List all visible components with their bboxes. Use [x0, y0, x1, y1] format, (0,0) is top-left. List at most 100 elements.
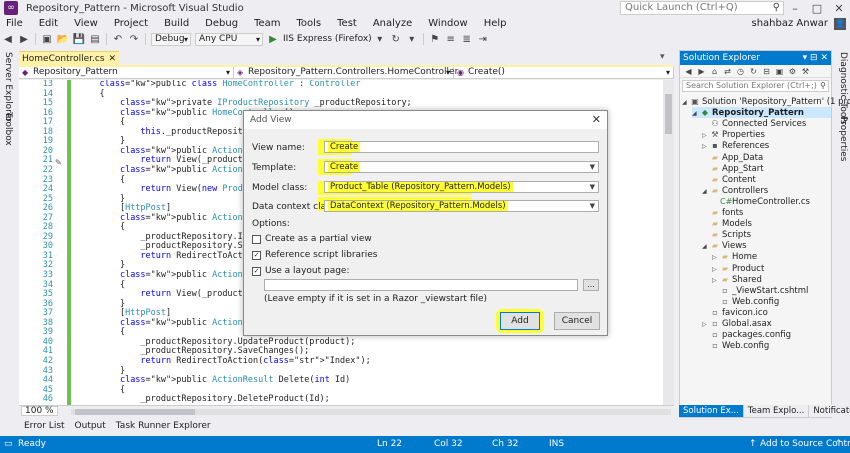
indent-icon[interactable]: ⇥: [475, 34, 491, 45]
tree-item[interactable]: ◢ ◆ Repository_Pattern: [692, 107, 831, 119]
menu-window[interactable]: Window: [420, 18, 475, 29]
open-icon[interactable]: 📂: [55, 34, 71, 45]
user-avatar-icon[interactable]: 👤: [834, 17, 846, 30]
sync-icon[interactable]: ⇄: [721, 67, 734, 76]
forward-icon[interactable]: ▶: [695, 67, 708, 76]
expanded-arrow-icon[interactable]: ◢: [692, 108, 700, 119]
tree-item[interactable]: ◢ ▰ Controllers: [702, 185, 831, 196]
back-icon[interactable]: ◀: [682, 67, 695, 76]
chevron-down-icon[interactable]: ▾: [372, 34, 388, 45]
refresh-icon[interactable]: ↻: [388, 34, 404, 45]
menu-team[interactable]: Team: [246, 18, 288, 29]
expanded-arrow-icon[interactable]: ◢: [702, 241, 710, 252]
refresh-icon[interactable]: ↻: [747, 67, 760, 76]
menu-file[interactable]: File: [0, 18, 31, 29]
tree-item[interactable]: ▰ Content: [702, 174, 831, 185]
expanded-arrow-icon[interactable]: ◢: [682, 97, 690, 108]
member-dropdown[interactable]: ◉ Create() ▾: [454, 67, 674, 79]
collapse-all-icon[interactable]: ⊟: [760, 67, 773, 76]
run-icon[interactable]: ▶: [265, 34, 281, 45]
history-icon[interactable]: ◷: [734, 67, 747, 76]
reference-scripts-checkbox[interactable]: ✓: [252, 251, 261, 260]
user-area[interactable]: shahbaz Anwar 👤: [751, 16, 846, 31]
menu-view[interactable]: View: [66, 18, 106, 29]
forward-icon[interactable]: ▶: [16, 34, 32, 45]
solution-explorer-tab-1[interactable]: Team Explo...: [743, 405, 810, 417]
layout-page-checkbox[interactable]: ✓: [252, 267, 261, 276]
tree-item[interactable]: ▫ packages.config: [702, 329, 831, 340]
solution-explorer-tab-0[interactable]: Solution Ex...: [679, 405, 744, 417]
wrench-icon[interactable]: ⚒: [799, 67, 812, 76]
user-name[interactable]: shahbaz Anwar: [751, 18, 828, 29]
bookmark-icon[interactable]: ⚑: [427, 34, 443, 45]
tree-item[interactable]: ▷ ⚒ Properties: [702, 129, 831, 140]
class-dropdown[interactable]: ◈ Repository_Pattern.Controllers.HomeCont…: [234, 67, 458, 79]
horizontal-scrollbar[interactable]: [71, 409, 671, 415]
scrollbar-thumb[interactable]: [665, 94, 672, 134]
menu-debug[interactable]: Debug: [197, 18, 246, 29]
close-tab-icon[interactable]: ✕: [108, 52, 116, 66]
tree-item[interactable]: ◢▣Solution 'Repository_Pattern' (1 proje…: [682, 96, 850, 108]
menu-project[interactable]: Project: [106, 18, 156, 29]
tree-item[interactable]: ▫ Web.config: [702, 340, 831, 351]
data-context-dropdown[interactable]: DataContext (Repository_Pattern.Models) ▼: [324, 200, 599, 212]
template-dropdown[interactable]: Create ▼: [324, 161, 599, 173]
configuration-dropdown[interactable]: Debug ▾: [151, 32, 191, 46]
home-icon[interactable]: ⌂: [708, 67, 721, 76]
menu-tools[interactable]: Tools: [289, 18, 330, 29]
bottom-tab-output[interactable]: Output: [70, 421, 111, 431]
solution-explorer-search[interactable]: Search Solution Explorer (Ctrl+;) ⚲: [682, 80, 829, 92]
menu-test[interactable]: Test: [329, 18, 365, 29]
comment-icon[interactable]: ≡: [443, 34, 459, 45]
tree-item[interactable]: ▫ Web.config: [712, 296, 831, 307]
document-tab-homecontroller[interactable]: HomeController.cs ✕: [19, 51, 119, 65]
minimize-button[interactable]: –: [784, 2, 806, 15]
tree-item[interactable]: ▫ _ViewStart.cshtml: [712, 285, 831, 296]
tree-item[interactable]: ⚇ Connected Services: [702, 118, 831, 129]
close-window-button[interactable]: ✕: [828, 2, 850, 15]
tree-item[interactable]: ▷ ▪ References: [702, 140, 831, 151]
vertical-scrollbar[interactable]: [663, 80, 674, 405]
partial-view-checkbox[interactable]: [252, 235, 261, 244]
platform-dropdown[interactable]: Any CPU ▾: [195, 32, 263, 46]
new-project-icon[interactable]: ▣: [39, 34, 55, 45]
tree-item[interactable]: ▷ ▰ Home: [712, 251, 831, 262]
uncomment-icon[interactable]: ≣: [459, 34, 475, 45]
diagnostic-tools-tab[interactable]: Diagnostic Tools: [838, 52, 848, 125]
scrollbar-thumb[interactable]: [75, 409, 195, 415]
tree-item[interactable]: ▷ ▫ Global.asax: [702, 318, 831, 329]
close-icon[interactable]: ✕: [592, 111, 601, 129]
bottom-tab-error-list[interactable]: Error List: [19, 421, 70, 431]
chevron-down-icon[interactable]: ▾: [404, 34, 420, 45]
tree-item[interactable]: ▰ App_Data: [702, 152, 831, 163]
zoom-dropdown[interactable]: 100 %: [21, 406, 58, 416]
tab-overflow-icon[interactable]: ▾: [660, 52, 665, 62]
project-dropdown[interactable]: ◆ Repository_Pattern ▾: [19, 67, 234, 79]
menu-build[interactable]: Build: [156, 18, 197, 29]
tree-item[interactable]: ▰ Scripts: [702, 229, 831, 240]
properties-tab[interactable]: Properties: [838, 116, 848, 161]
add-button[interactable]: Add: [500, 312, 540, 330]
panel-controls[interactable]: ▾ ⊟ ✕: [803, 51, 828, 65]
tree-item[interactable]: ▰ Models: [702, 218, 831, 229]
quick-launch-input[interactable]: Quick Launch (Ctrl+Q) ⚲: [620, 1, 784, 15]
tree-item[interactable]: ▰ fonts: [702, 207, 831, 218]
tree-item[interactable]: ◢ ▰ Views: [702, 240, 831, 251]
bottom-tab-task-runner-explorer[interactable]: Task Runner Explorer: [111, 421, 216, 431]
run-target-button[interactable]: IIS Express (Firefox): [283, 34, 372, 44]
expanded-arrow-icon[interactable]: ◢: [702, 186, 710, 197]
maximize-button[interactable]: □: [806, 2, 828, 15]
layout-page-input[interactable]: [264, 279, 578, 291]
back-icon[interactable]: ◀: [0, 34, 16, 45]
tree-item[interactable]: C#HomeController.cs: [712, 196, 831, 207]
menu-edit[interactable]: Edit: [31, 18, 66, 29]
model-class-dropdown[interactable]: Product_Table (Repository_Pattern.Models…: [324, 181, 599, 193]
show-all-files-icon[interactable]: ▣: [773, 67, 786, 76]
properties-icon[interactable]: ⚙: [786, 67, 799, 76]
cancel-button[interactable]: Cancel: [554, 312, 600, 330]
toolbox-tab[interactable]: Toolbox: [3, 112, 13, 146]
tree-item[interactable]: ▰ App_Start: [702, 163, 831, 174]
chevron-up-icon[interactable]: ⌃: [835, 436, 843, 453]
browse-button[interactable]: ...: [583, 279, 599, 291]
tree-item[interactable]: ▷ ▰ Product: [712, 263, 831, 274]
